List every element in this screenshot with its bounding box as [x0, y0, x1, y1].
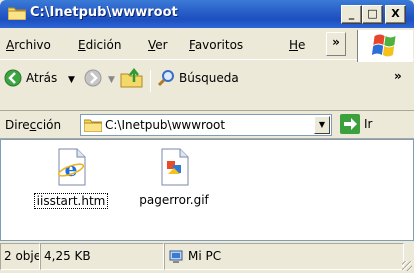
back-dropdown-icon[interactable]: ▼	[68, 75, 75, 85]
status-object-count: 2 objetos	[0, 243, 40, 270]
status-bar: 2 objetos 4,25 KB Mi PC	[0, 241, 414, 273]
address-dropdown-button[interactable]: ▼	[314, 116, 330, 134]
svg-text:e: e	[65, 157, 78, 181]
standard-toolbar: Atrás ▼ ▼ Búsqueda »	[0, 61, 414, 111]
file-name: iisstart.htm	[33, 193, 109, 209]
go-label: Ir	[364, 117, 373, 131]
menu-favoritos[interactable]: Favoritos	[189, 38, 243, 52]
menu-ver[interactable]: Ver	[148, 38, 168, 52]
menu-more-chevron[interactable]: »	[326, 32, 346, 56]
forward-arrow-icon	[84, 69, 102, 87]
file-item[interactable]: e iisstart.htm	[31, 148, 111, 209]
file-item[interactable]: pagerror.gif	[133, 148, 215, 207]
up-folder-button[interactable]	[120, 68, 144, 88]
explorer-window: C:\Inetpub\wwwroot _ □ X Archivo Edición…	[0, 0, 414, 273]
toolbar-more-chevron[interactable]: »	[394, 69, 402, 83]
address-input[interactable]: C:\Inetpub\wwwroot ▼	[80, 114, 332, 136]
address-label: Dirección	[5, 118, 62, 132]
file-list-pane[interactable]: e iisstart.htm pagerror.gif	[0, 139, 414, 241]
go-button[interactable]: Ir	[340, 114, 372, 134]
search-label: Búsqueda	[179, 71, 239, 85]
gif-image-icon	[161, 148, 189, 186]
menu-archivo[interactable]: Archivo	[6, 38, 51, 52]
go-arrow-icon	[340, 114, 360, 134]
resize-grip[interactable]	[402, 261, 412, 271]
address-value: C:\Inetpub\wwwroot	[105, 118, 226, 132]
back-label: Atrás	[26, 71, 58, 85]
toolbar-separator	[150, 70, 151, 92]
search-button[interactable]: Búsqueda	[157, 69, 239, 87]
windows-logo-icon	[357, 30, 413, 62]
status-location-label: Mi PC	[188, 249, 222, 263]
back-button[interactable]: Atrás	[4, 69, 57, 87]
my-computer-icon	[169, 250, 183, 263]
folder-icon	[8, 7, 26, 20]
forward-dropdown-icon[interactable]: ▼	[108, 75, 115, 85]
forward-button[interactable]	[84, 69, 102, 87]
address-bar: Dirección C:\Inetpub\wwwroot ▼ Ir	[0, 111, 414, 139]
menu-bar: Archivo Edición Ver Favoritos He	[0, 28, 414, 60]
close-button[interactable]: X	[385, 5, 406, 24]
back-arrow-icon	[4, 69, 22, 87]
title-bar[interactable]: C:\Inetpub\wwwroot _ □ X	[0, 0, 414, 28]
maximize-button[interactable]: □	[362, 5, 383, 24]
status-size: 4,25 KB	[40, 243, 164, 270]
ie-document-icon: e	[57, 148, 86, 186]
menu-ayuda[interactable]: He	[289, 38, 305, 52]
window-title: C:\Inetpub\wwwroot	[30, 5, 178, 20]
status-location: Mi PC	[164, 243, 404, 270]
minimize-button[interactable]: _	[341, 5, 362, 24]
folder-icon	[84, 119, 102, 132]
search-icon	[157, 70, 174, 87]
menu-edicion[interactable]: Edición	[78, 38, 121, 52]
file-name: pagerror.gif	[139, 193, 209, 207]
up-folder-icon	[120, 68, 143, 88]
